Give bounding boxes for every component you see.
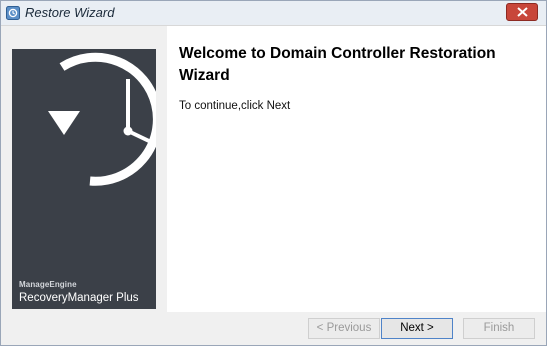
close-icon xyxy=(517,7,528,17)
finish-button[interactable]: Finish xyxy=(463,318,535,339)
close-button[interactable] xyxy=(506,3,538,21)
wizard-content: ManageEngine RecoveryManager Plus Welcom… xyxy=(1,25,546,312)
title-bar[interactable]: Restore Wizard xyxy=(1,1,546,25)
clock-restore-icon xyxy=(48,52,156,186)
window-title: Restore Wizard xyxy=(25,5,115,20)
next-button[interactable]: Next > xyxy=(381,318,453,339)
instruction-text: To continue,click Next xyxy=(179,100,291,112)
brand-product: RecoveryManager Plus xyxy=(19,292,139,304)
previous-button[interactable]: < Previous xyxy=(308,318,380,339)
restore-wizard-window: Restore Wizard ManageEngine RecoveryMana… xyxy=(0,0,547,346)
page-title: Welcome to Domain Controller Restoration… xyxy=(179,45,496,84)
product-banner: ManageEngine RecoveryManager Plus xyxy=(12,49,156,309)
wizard-footer: < Previous Next > Finish xyxy=(1,312,546,345)
banner-panel: ManageEngine RecoveryManager Plus xyxy=(1,26,167,312)
brand-company: ManageEngine xyxy=(19,280,77,289)
app-icon xyxy=(6,6,20,20)
